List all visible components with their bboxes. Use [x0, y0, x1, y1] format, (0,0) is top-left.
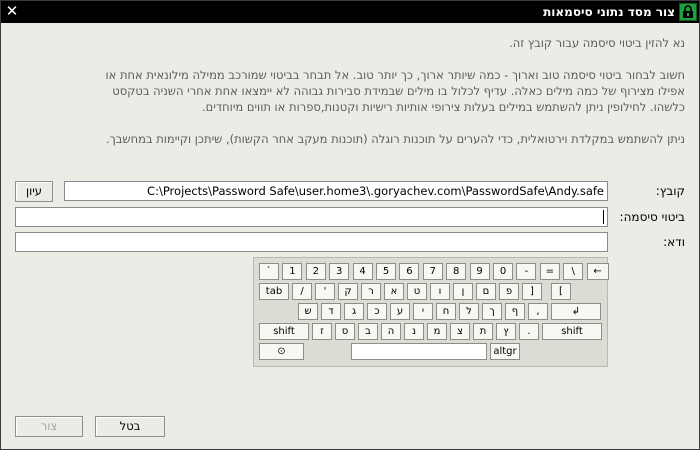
instruction-paragraph-2: חשוב לבחור ביטוי סיסמה טוב וארוך - כמה ש…	[105, 68, 685, 114]
key-3-0[interactable]: shift	[259, 323, 309, 340]
key-0-2[interactable]: 2	[305, 263, 326, 280]
browse-button[interactable]: עיון	[15, 181, 53, 202]
virtual-keyboard: ` 1 2 3 4 5 6 7 8 9 0- = \ ← tab / ' ק ר א ט ו ן ם פ] [ ש ד ג כ ע י ח ל ך ף…	[253, 257, 609, 367]
keyboard-preview-field[interactable]	[351, 343, 487, 360]
lock-icon	[679, 3, 697, 21]
key-1-5[interactable]: א	[384, 283, 404, 300]
key-1-9[interactable]: ם	[476, 283, 496, 300]
key-2-6[interactable]: ח	[436, 303, 456, 320]
key-1-8[interactable]: ן	[453, 283, 473, 300]
key-2-2[interactable]: ג	[344, 303, 364, 320]
key-2-5[interactable]: י	[413, 303, 433, 320]
confirm-label: ודא:	[663, 235, 685, 249]
key-2-11[interactable]: ↲	[551, 303, 601, 320]
instructions: נא להזין ביטוי סיסמה עבור קובץ זה. חשוב …	[85, 35, 685, 163]
key-2-1[interactable]: ד	[321, 303, 341, 320]
key-1-1[interactable]: /	[292, 283, 312, 300]
key-4-0[interactable]: ⊙	[259, 343, 304, 360]
key-2-7[interactable]: ל	[459, 303, 479, 320]
passphrase-label: ביטוי סיסמה:	[619, 210, 685, 224]
key-0-3[interactable]: 3	[329, 263, 350, 280]
instruction-paragraph-1: נא להזין ביטוי סיסמה עבור קובץ זה.	[509, 36, 685, 50]
confirm-passphrase-input[interactable]	[15, 232, 608, 252]
key-2-9[interactable]: ף	[505, 303, 525, 320]
key-1-0[interactable]: tab	[259, 283, 289, 300]
key-2-0[interactable]: ש	[298, 303, 318, 320]
text-caret	[603, 210, 604, 224]
key-1-3[interactable]: ק	[338, 283, 358, 300]
key-0-9[interactable]: 9	[469, 263, 490, 280]
key-0-7[interactable]: 7	[422, 263, 443, 280]
key-3-5[interactable]: נ	[404, 323, 424, 340]
key-3-2[interactable]: ס	[335, 323, 355, 340]
create-database-dialog: צור מסד נתוני סיסמאות ✕ נא להזין ביטוי ס…	[0, 0, 700, 450]
key-0-11[interactable]: -	[516, 263, 537, 280]
key-0-13[interactable]: \	[563, 263, 584, 280]
key-4-1[interactable]: altgr	[490, 343, 520, 360]
key-2-10[interactable]: ,	[528, 303, 548, 320]
create-button[interactable]: צור	[15, 416, 83, 437]
key-2-4[interactable]: ע	[390, 303, 410, 320]
key-0-6[interactable]: 6	[399, 263, 420, 280]
key-3-10[interactable]: .	[519, 323, 539, 340]
key-0-4[interactable]: 4	[352, 263, 373, 280]
key-1-7[interactable]: ו	[430, 283, 450, 300]
key-3-11[interactable]: shift	[542, 323, 602, 340]
title-bar: צור מסד נתוני סיסמאות ✕	[1, 1, 699, 23]
key-3-9[interactable]: ץ	[496, 323, 516, 340]
key-1-6[interactable]: ט	[407, 283, 427, 300]
key-3-3[interactable]: ב	[358, 323, 378, 340]
key-0-5[interactable]: 5	[376, 263, 396, 280]
key-3-8[interactable]: ת	[473, 323, 493, 340]
cancel-button[interactable]: בטל	[95, 416, 165, 437]
key-3-7[interactable]: צ	[450, 323, 470, 340]
key-1-4[interactable]: ר	[361, 283, 381, 300]
key-3-4[interactable]: ה	[381, 323, 401, 340]
file-path-field[interactable]: C:\Projects\Password Safe\user.home3\.go…	[64, 181, 608, 201]
key-3-6[interactable]: מ	[427, 323, 447, 340]
file-label: קובץ:	[655, 184, 685, 198]
key-2-8[interactable]: ך	[482, 303, 502, 320]
key-1-12[interactable]: [	[551, 283, 571, 300]
key-1-11[interactable]: ]	[522, 283, 542, 300]
key-3-1[interactable]: ז	[312, 323, 332, 340]
key-0-12[interactable]: =	[539, 263, 560, 280]
key-0-14[interactable]: ←	[586, 263, 609, 280]
close-icon[interactable]: ✕	[4, 4, 20, 20]
passphrase-input[interactable]	[15, 207, 608, 227]
instruction-paragraph-3: ניתן להשתמש במקלדת וירטואלית, כדי להערים…	[105, 132, 685, 146]
key-0-8[interactable]: 8	[446, 263, 467, 280]
key-0-1[interactable]: 1	[282, 263, 303, 280]
key-0-10[interactable]: 0	[493, 263, 513, 280]
key-1-10[interactable]: פ	[499, 283, 519, 300]
key-0-0[interactable]: `	[259, 263, 279, 280]
window-title: צור מסד נתוני סיסמאות	[543, 5, 675, 19]
key-2-3[interactable]: כ	[367, 303, 387, 320]
key-1-2[interactable]: '	[315, 283, 335, 300]
